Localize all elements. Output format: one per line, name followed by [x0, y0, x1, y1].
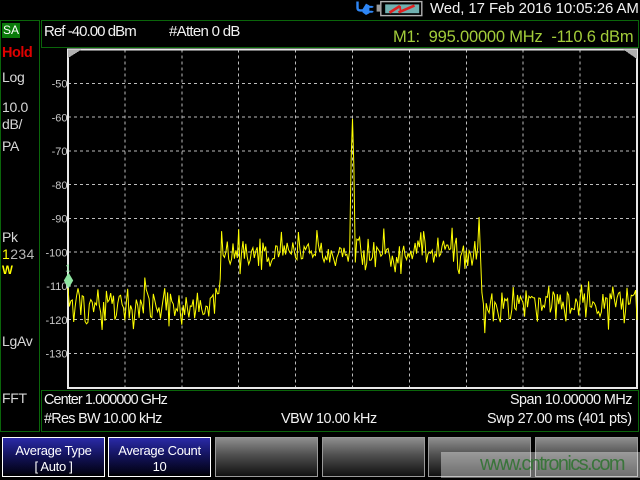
- svg-text:-80: -80: [52, 180, 68, 192]
- svg-text:-130: -130: [45, 349, 67, 361]
- svg-text:-110: -110: [46, 281, 67, 293]
- svg-text:-70: -70: [52, 146, 68, 158]
- svg-text:-120: -120: [45, 315, 67, 327]
- svg-text:-60: -60: [52, 112, 68, 124]
- svg-text:1: 1: [65, 263, 71, 275]
- svg-text:-50: -50: [52, 79, 68, 91]
- svg-text:-100: -100: [45, 247, 67, 259]
- svg-text:-90: -90: [52, 214, 68, 226]
